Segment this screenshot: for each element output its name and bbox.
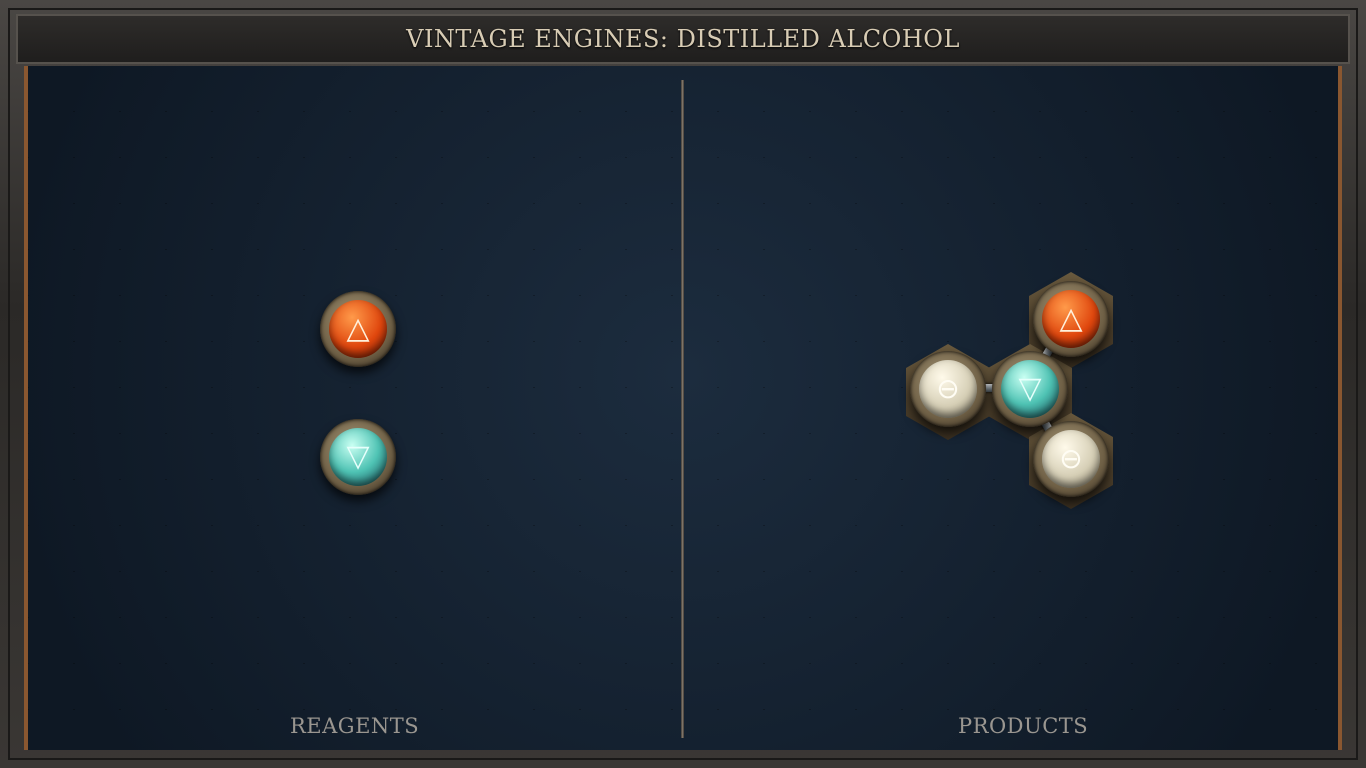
water-triangle-icon: ▽ [1018,371,1042,406]
salt-circle-icon: ⊖ [1059,442,1083,475]
product-fire-atom: △ [1033,281,1109,357]
product-salt-atom-left: ⊖ [910,351,986,427]
panel-divider [681,80,684,738]
reagent-water-atom[interactable]: ▽ [320,419,396,495]
reagents-label: REAGENTS [290,714,420,738]
page-title: VINTAGE ENGINES: DISTILLED ALCOHOL [406,25,960,53]
fire-triangle-icon: △ [1059,301,1083,336]
products-label: PRODUCTS [958,714,1089,738]
salt-circle-icon: ⊖ [936,372,960,405]
title-bar: VINTAGE ENGINES: DISTILLED ALCOHOL [16,14,1350,64]
reagent-fire-atom[interactable]: △ [320,291,396,367]
product-salt-atom-bottom: ⊖ [1033,421,1109,497]
water-triangle-icon: ▽ [346,439,370,474]
product-water-atom: ▽ [992,351,1068,427]
fire-triangle-icon: △ [346,311,370,346]
